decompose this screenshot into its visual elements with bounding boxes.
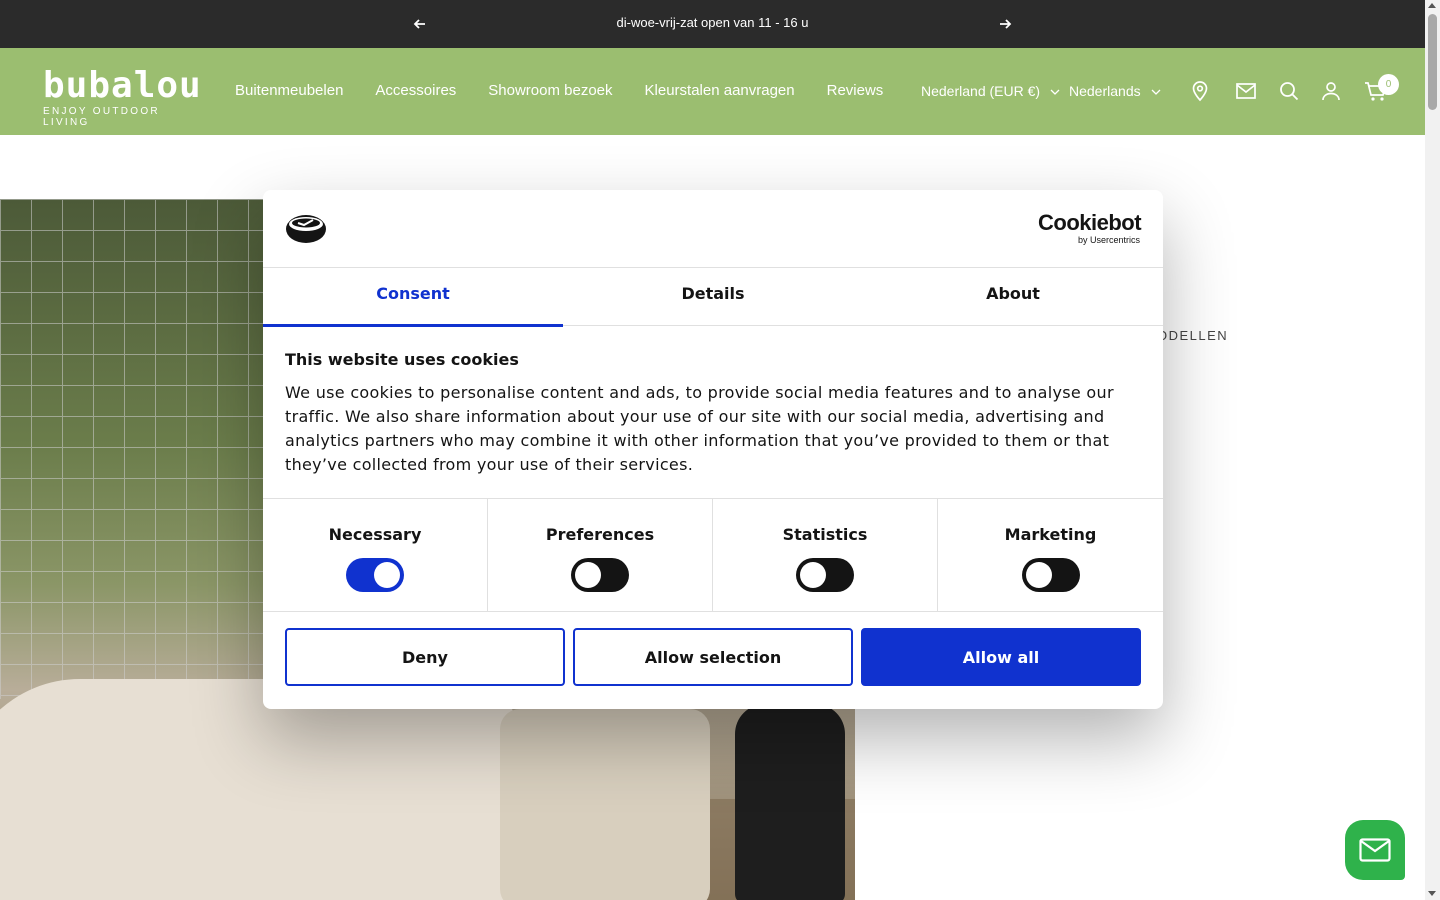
scroll-up-arrow[interactable] xyxy=(1428,3,1436,8)
announcement-text: di-woe-vrij-zat open van 11 - 16 u xyxy=(616,15,809,30)
language-label: Nederlands xyxy=(1069,83,1141,99)
dialog-body: This website uses cookies We use cookies… xyxy=(285,350,1145,477)
cookie-consent-dialog: Cookiebot by Usercentrics Consent Detail… xyxy=(263,190,1163,709)
statistics-toggle[interactable] xyxy=(796,558,854,592)
toggle-knob xyxy=(575,562,601,588)
scroll-down-arrow[interactable] xyxy=(1428,891,1436,896)
nav-item-buitenmeubelen[interactable]: Buitenmeubelen xyxy=(235,82,343,99)
site-logo-icon xyxy=(286,215,326,243)
dialog-header: Cookiebot by Usercentrics xyxy=(263,190,1163,268)
language-selector[interactable]: Nederlands xyxy=(1069,83,1161,99)
marketing-toggle[interactable] xyxy=(1021,558,1080,592)
page-scrollbar[interactable] xyxy=(1425,0,1440,900)
tab-details[interactable]: Details xyxy=(563,268,863,326)
mail-icon[interactable] xyxy=(1235,80,1257,102)
consent-toggles: Necessary Preferences Statistics Marketi… xyxy=(263,498,1163,612)
toggle-knob xyxy=(800,562,826,588)
country-selector[interactable]: Nederland (EUR €) xyxy=(921,83,1060,99)
toggle-label-preferences: Preferences xyxy=(545,525,655,544)
toggle-knob xyxy=(374,562,400,588)
outdoor-sofa xyxy=(0,679,520,900)
cart-count-badge: 0 xyxy=(1378,74,1399,95)
search-icon[interactable] xyxy=(1278,80,1300,102)
nav-item-kleurstalen[interactable]: Kleurstalen aanvragen xyxy=(645,82,795,99)
dialog-description: We use cookies to personalise content an… xyxy=(285,383,1114,474)
location-pin-icon[interactable] xyxy=(1189,80,1211,102)
nav-item-accessoires[interactable]: Accessoires xyxy=(375,82,456,99)
toggle-group-marketing: Marketing xyxy=(938,499,1163,611)
site-header: bubalou ENJOY OUTDOOR LIVING Buitenmeube… xyxy=(0,48,1425,135)
dialog-title: This website uses cookies xyxy=(285,350,519,369)
toggle-knob xyxy=(1025,562,1052,588)
main-nav: Buitenmeubelen Accessoires Showroom bezo… xyxy=(235,82,883,99)
cookiebot-brand-sub: by Usercentrics xyxy=(1077,235,1140,245)
announcement-bar: di-woe-vrij-zat open van 11 - 16 u xyxy=(0,0,1425,48)
deny-button[interactable]: Deny xyxy=(285,628,565,686)
toggle-group-necessary: Necessary xyxy=(263,499,488,611)
country-label: Nederland (EUR €) xyxy=(921,83,1041,99)
toggle-group-preferences: Preferences xyxy=(488,499,713,611)
cookiebot-logo[interactable]: Cookiebot by Usercentrics xyxy=(1038,210,1142,246)
nav-item-reviews[interactable]: Reviews xyxy=(827,82,884,99)
dialog-buttons: Deny Allow selection Allow all xyxy=(285,628,1141,686)
chevron-down-icon xyxy=(1151,89,1160,96)
logo-wordmark: bubalou xyxy=(43,65,202,106)
cookiebot-brand: Cookiebot xyxy=(1038,210,1142,235)
tab-about[interactable]: About xyxy=(863,268,1163,326)
scroll-thumb[interactable] xyxy=(1428,14,1437,110)
tab-consent[interactable]: Consent xyxy=(263,268,563,327)
allow-all-button[interactable]: Allow all xyxy=(861,628,1141,686)
woven-pouf xyxy=(500,709,710,900)
account-icon[interactable] xyxy=(1320,80,1342,102)
allow-selection-button[interactable]: Allow selection xyxy=(573,628,853,686)
mail-icon xyxy=(1359,838,1391,862)
dialog-tabs: Consent Details About xyxy=(263,268,1163,327)
nav-item-showroom[interactable]: Showroom bezoek xyxy=(488,82,612,99)
toggle-group-statistics: Statistics xyxy=(713,499,938,611)
toggle-label-statistics: Statistics xyxy=(782,525,868,544)
section-heading-partial: ODELLEN xyxy=(1157,328,1229,343)
necessary-toggle[interactable] xyxy=(346,558,404,592)
chat-button[interactable] xyxy=(1345,820,1405,880)
arrow-right-icon[interactable] xyxy=(995,14,1015,34)
toggle-label-marketing: Marketing xyxy=(1004,525,1097,544)
preferences-toggle[interactable] xyxy=(571,558,629,592)
logo-tagline: ENJOY OUTDOOR LIVING xyxy=(43,106,160,128)
chevron-down-icon xyxy=(1050,89,1060,96)
black-side-table xyxy=(735,704,845,900)
logo[interactable]: bubalou ENJOY OUTDOOR LIVING xyxy=(43,65,202,129)
toggle-label-necessary: Necessary xyxy=(328,525,422,544)
